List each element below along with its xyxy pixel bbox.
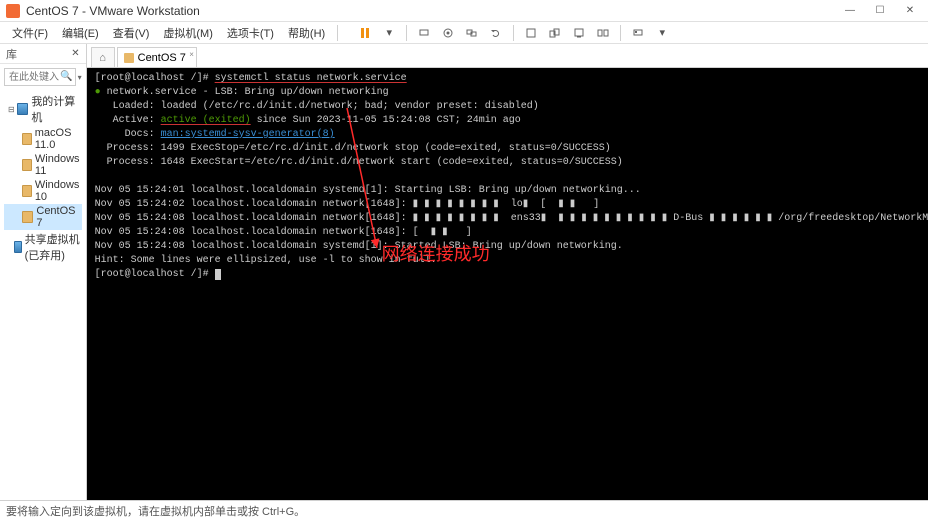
unity-icon[interactable] — [544, 23, 566, 43]
titlebar: CentOS 7 - VMware Workstation — ☐ ✕ — [0, 0, 928, 22]
toolbar-dropdown[interactable]: ▾ — [378, 23, 400, 43]
tree-root-my-computer[interactable]: ⊟ 我的计算机 — [4, 92, 82, 126]
toolbar-dropdown-2[interactable]: ▾ — [651, 23, 673, 43]
tab-bar: ⌂ CentOS 7 × — [87, 44, 928, 68]
main-area: ⌂ CentOS 7 × [root@localhost /]# systemc… — [87, 44, 928, 500]
home-tab[interactable]: ⌂ — [91, 47, 115, 67]
computer-icon — [17, 103, 28, 115]
maximize-button[interactable]: ☐ — [868, 2, 892, 20]
vm-icon — [22, 211, 33, 223]
fullscreen-icon[interactable] — [520, 23, 542, 43]
library-tree: ⊟ 我的计算机 macOS 11.0 Windows 11 Windows 10… — [0, 90, 86, 266]
menu-tabs[interactable]: 选项卡(T) — [221, 23, 280, 43]
vm-icon — [124, 53, 134, 63]
tree-item-win10[interactable]: Windows 10 — [4, 178, 82, 204]
vm-icon — [22, 133, 32, 145]
separator — [337, 25, 338, 41]
minimize-button[interactable]: — — [838, 2, 862, 20]
tab-label: CentOS 7 — [138, 52, 186, 64]
tree-label: 我的计算机 — [31, 93, 81, 125]
menu-vm[interactable]: 虚拟机(M) — [157, 23, 219, 43]
sidebar-title: 库 — [6, 46, 17, 62]
tree-label: 共享虚拟机 (已弃用) — [25, 231, 82, 263]
separator — [513, 25, 514, 41]
vm-icon — [22, 159, 32, 171]
separator — [620, 25, 621, 41]
revert-icon[interactable] — [485, 23, 507, 43]
status-text: 要将输入定向到该虚拟机，请在虚拟机内部单击或按 Ctrl+G。 — [6, 503, 305, 519]
menubar: 文件(F) 编辑(E) 查看(V) 虚拟机(M) 选项卡(T) 帮助(H) ▾ … — [0, 22, 928, 44]
tree-label: Windows 10 — [35, 179, 82, 203]
snapshot-manager-icon[interactable] — [461, 23, 483, 43]
menu-file[interactable]: 文件(F) — [6, 23, 54, 43]
sidebar-close-icon[interactable]: ✕ — [71, 48, 79, 59]
snapshot-icon[interactable] — [437, 23, 459, 43]
tree-item-centos7[interactable]: CentOS 7 — [4, 204, 82, 230]
toolbar: ▾ ▾ — [354, 23, 673, 43]
terminal[interactable]: [root@localhost /]# systemctl status net… — [87, 68, 928, 500]
tree-label: Windows 11 — [35, 153, 82, 177]
tree-item-win11[interactable]: Windows 11 — [4, 152, 82, 178]
pause-button[interactable] — [354, 23, 376, 43]
tree-item-macos[interactable]: macOS 11.0 — [4, 126, 82, 152]
menu-view[interactable]: 查看(V) — [107, 23, 156, 43]
menu-edit[interactable]: 编辑(E) — [56, 23, 105, 43]
send-ctrl-alt-del-icon[interactable] — [413, 23, 435, 43]
tab-close-icon[interactable]: × — [189, 50, 194, 59]
console-view-icon[interactable] — [568, 23, 590, 43]
vm-icon — [22, 185, 32, 197]
menu-help[interactable]: 帮助(H) — [282, 23, 331, 43]
tree-label: macOS 11.0 — [35, 127, 82, 151]
search-dropdown-icon[interactable]: ▾ — [78, 73, 82, 82]
tab-centos7[interactable]: CentOS 7 × — [117, 47, 197, 67]
sidebar: 库 ✕ 🔍 ▾ ⊟ 我的计算机 macOS 11.0 Windows 11 — [0, 44, 87, 500]
tree-shared-vms[interactable]: 共享虚拟机 (已弃用) — [4, 230, 82, 264]
tree-label: CentOS 7 — [36, 205, 81, 229]
shared-icon — [14, 241, 22, 253]
window-title: CentOS 7 - VMware Workstation — [26, 4, 838, 18]
stretch-icon[interactable] — [592, 23, 614, 43]
sidebar-header: 库 ✕ — [0, 44, 86, 64]
search-icon: 🔍 — [60, 71, 72, 82]
close-button[interactable]: ✕ — [898, 2, 922, 20]
separator — [406, 25, 407, 41]
expand-icon[interactable]: ⊟ — [8, 105, 17, 114]
app-icon — [6, 4, 20, 18]
removable-devices-icon[interactable] — [627, 23, 649, 43]
status-bar: 要将输入定向到该虚拟机，请在虚拟机内部单击或按 Ctrl+G。 — [0, 500, 928, 520]
